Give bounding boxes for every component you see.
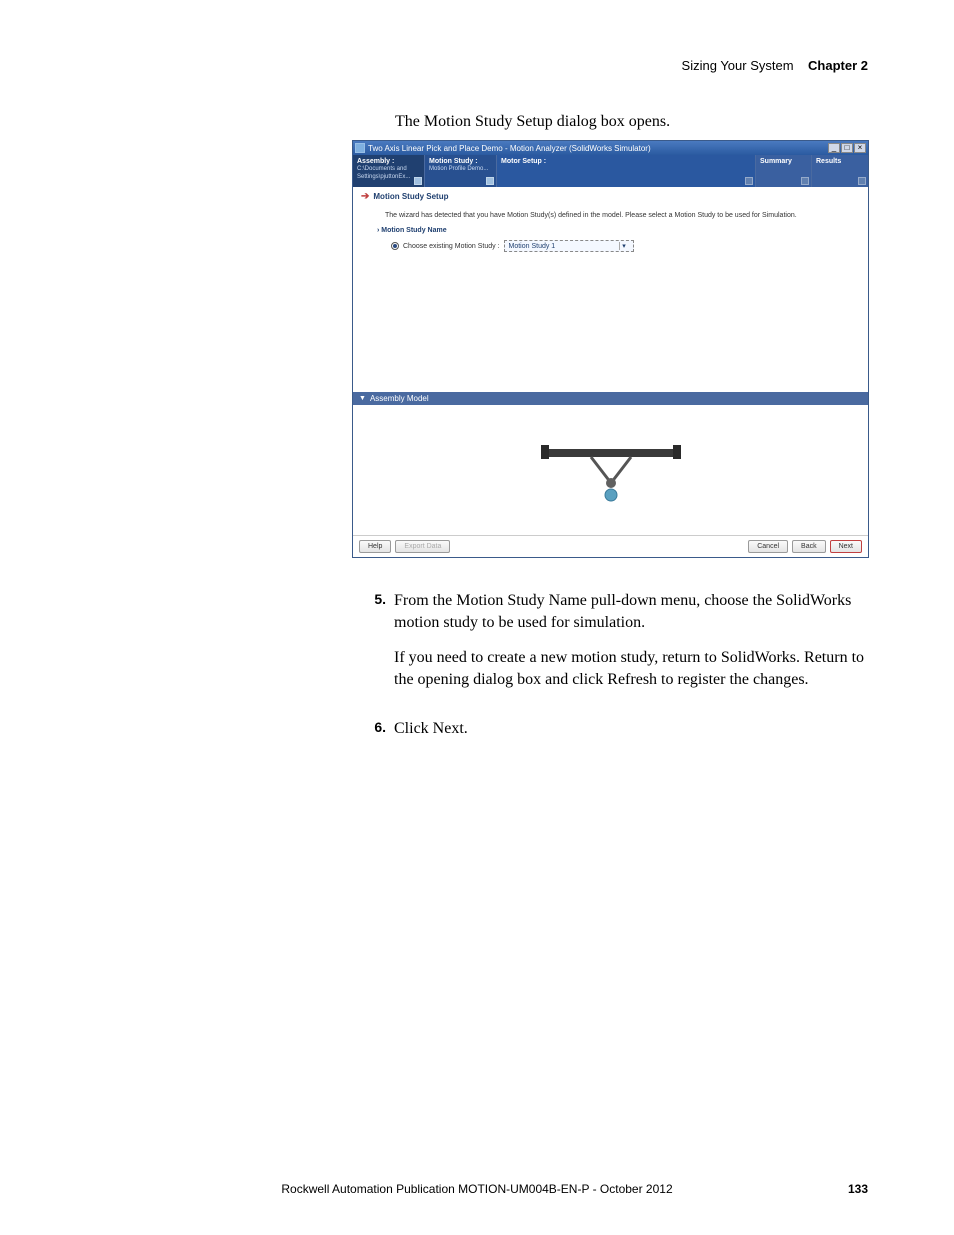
motion-study-dropdown[interactable]: Motion Study 1 ▾ bbox=[504, 240, 634, 252]
page-number: 133 bbox=[848, 1182, 868, 1196]
check-icon bbox=[486, 177, 494, 185]
assembly-label: Assembly Model bbox=[370, 394, 429, 403]
collapse-icon: ▼ bbox=[359, 395, 366, 402]
dropdown-value: Motion Study 1 bbox=[509, 243, 556, 250]
step-results[interactable]: Results bbox=[812, 155, 868, 187]
cancel-button[interactable]: Cancel bbox=[748, 540, 788, 553]
step-motion-study[interactable]: Motion Study : Motion Profile Demo... bbox=[425, 155, 497, 187]
dialog-button-bar: Help Export Data Cancel Back Next bbox=[353, 535, 868, 557]
assembly-panel-header[interactable]: ▼ Assembly Model bbox=[353, 392, 868, 405]
instruction-list: 5. From the Motion Study Name pull-down … bbox=[370, 590, 870, 768]
window-controls: _ □ × bbox=[828, 143, 866, 153]
dialog-body: The wizard has detected that you have Mo… bbox=[353, 206, 868, 258]
intro-caption: The Motion Study Setup dialog box opens. bbox=[395, 113, 670, 131]
pending-icon bbox=[858, 177, 866, 185]
app-icon bbox=[355, 143, 365, 153]
step-5: 5. From the Motion Study Name pull-down … bbox=[370, 590, 870, 704]
step-5-text-1: From the Motion Study Name pull-down men… bbox=[394, 590, 870, 633]
assembly-model-icon bbox=[531, 435, 691, 505]
radio-label: Choose existing Motion Study : bbox=[403, 243, 500, 250]
pending-icon bbox=[745, 177, 753, 185]
minimize-button[interactable]: _ bbox=[828, 143, 840, 153]
hint-text: The wizard has detected that you have Mo… bbox=[385, 212, 836, 219]
chapter-label: Chapter 2 bbox=[797, 58, 868, 73]
export-data-button[interactable]: Export Data bbox=[395, 540, 450, 553]
section-title: Motion Study Setup bbox=[373, 192, 448, 201]
arrow-right-icon: ➔ bbox=[361, 191, 369, 202]
maximize-button[interactable]: □ bbox=[841, 143, 853, 153]
close-button[interactable]: × bbox=[854, 143, 866, 153]
radio-selected-icon[interactable] bbox=[391, 242, 399, 250]
pending-icon bbox=[801, 177, 809, 185]
wizard-steps: Assembly : C:\Documents and Settings\pju… bbox=[353, 155, 868, 187]
page-header: Sizing Your System Chapter 2 bbox=[682, 58, 868, 73]
help-button[interactable]: Help bbox=[359, 540, 391, 553]
check-icon bbox=[414, 177, 422, 185]
publication-info: Rockwell Automation Publication MOTION-U… bbox=[0, 1182, 954, 1196]
step-number: 6. bbox=[370, 718, 394, 754]
next-button[interactable]: Next bbox=[830, 540, 862, 553]
titlebar: Two Axis Linear Pick and Place Demo - Mo… bbox=[353, 141, 868, 155]
chevron-down-icon: ▾ bbox=[619, 242, 629, 250]
step-summary[interactable]: Summary bbox=[756, 155, 812, 187]
step-assembly[interactable]: Assembly : C:\Documents and Settings\pju… bbox=[353, 155, 425, 187]
subsection-header: Motion Study Name bbox=[377, 227, 836, 234]
step-6-text: Click Next. bbox=[394, 718, 870, 740]
motion-study-selector: Choose existing Motion Study : Motion St… bbox=[391, 240, 836, 252]
step-motor-setup[interactable]: Motor Setup : bbox=[497, 155, 756, 187]
dialog-window: Two Axis Linear Pick and Place Demo - Mo… bbox=[352, 140, 869, 558]
step-number: 5. bbox=[370, 590, 394, 704]
section-header: ➔ Motion Study Setup bbox=[353, 187, 868, 206]
step-6: 6. Click Next. bbox=[370, 718, 870, 754]
section-name: Sizing Your System bbox=[682, 58, 794, 73]
step-5-text-2: If you need to create a new motion study… bbox=[394, 647, 870, 690]
back-button[interactable]: Back bbox=[792, 540, 826, 553]
window-title: Two Axis Linear Pick and Place Demo - Mo… bbox=[368, 144, 651, 153]
assembly-3d-view[interactable] bbox=[353, 405, 868, 535]
